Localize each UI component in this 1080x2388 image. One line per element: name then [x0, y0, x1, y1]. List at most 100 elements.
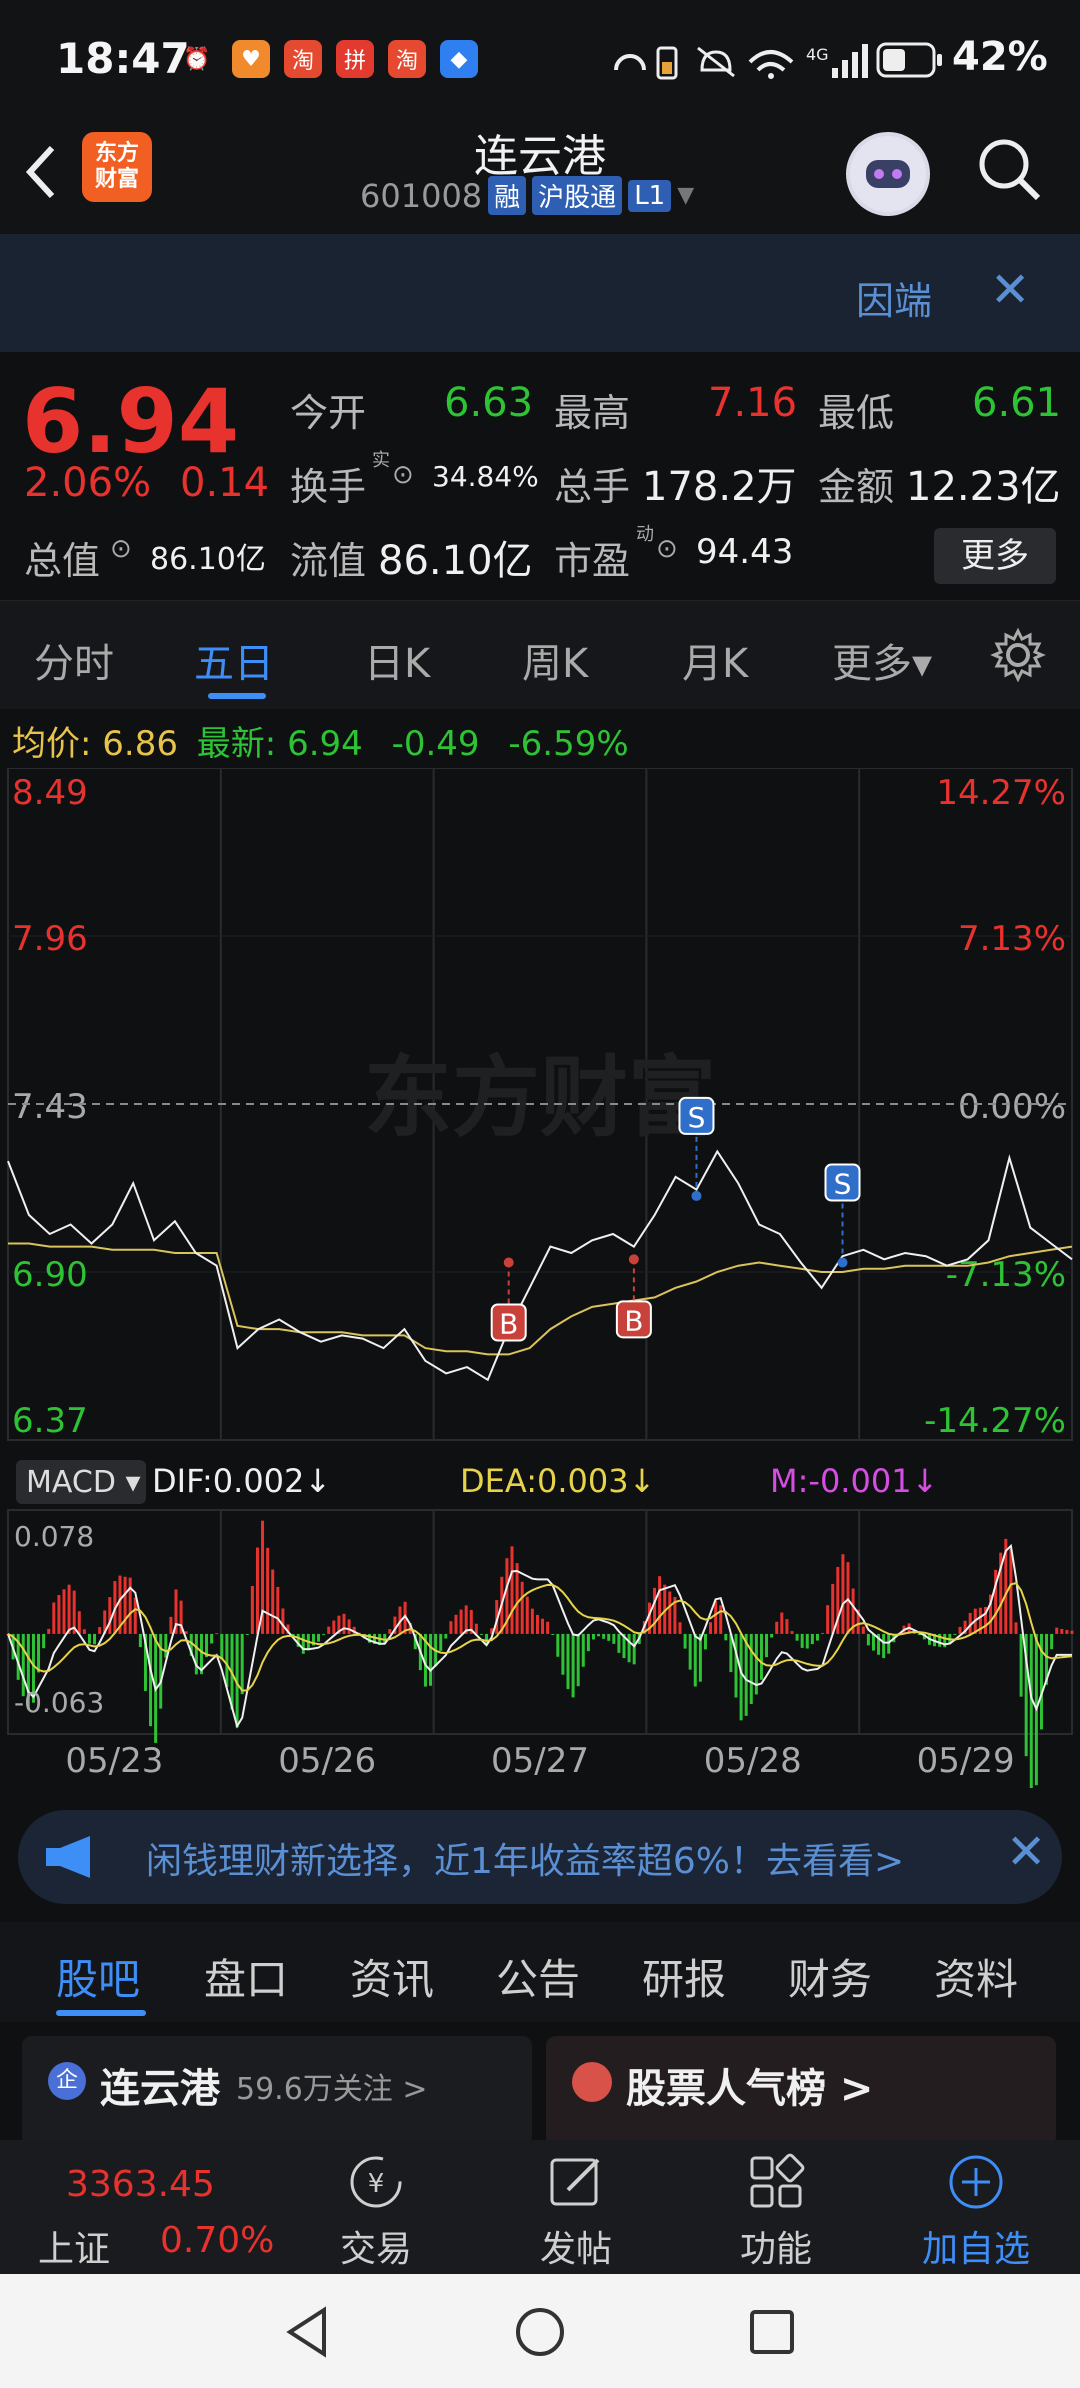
back-nav-icon[interactable]	[280, 2304, 336, 2360]
macd-bar	[301, 1633, 305, 1654]
function-button[interactable]: 功能	[676, 2140, 876, 2274]
macd-bar	[607, 1633, 611, 1641]
macd-bar	[123, 1576, 127, 1634]
close-icon[interactable]: ✕	[990, 262, 1030, 318]
tab-daily-k[interactable]: 日K	[364, 631, 430, 689]
macd-bar	[1065, 1629, 1069, 1634]
battery-percent: 42%	[952, 34, 1048, 80]
tab-guba[interactable]: 股吧	[56, 1946, 140, 2007]
settings-button[interactable]	[990, 627, 1046, 687]
macd-bar	[724, 1633, 728, 1641]
system-icons: 4G	[614, 44, 868, 80]
macd-bar	[698, 1633, 702, 1682]
macd-bar	[520, 1581, 524, 1634]
mktcap-label: 总值	[24, 539, 101, 583]
tab-weekly-k[interactable]: 周K	[522, 631, 588, 689]
search-button[interactable]	[974, 134, 1044, 204]
chart-info-line: 均价: 6.86 最新: 6.94 -0.49 -6.59%	[12, 716, 629, 765]
latest-change-pct: -6.59%	[508, 724, 629, 764]
stock-subinfo[interactable]: 601008 融 沪股通 L1 ▼	[360, 176, 694, 215]
turnover-value: 34.84%	[432, 460, 539, 493]
ranking-icon	[572, 2062, 612, 2102]
five-day-chart[interactable]: 东方财富 8.49 7.96 7.43 6.90 6.37 14.27% 7.13% 0.0…	[0, 768, 1080, 1788]
trade-button[interactable]: ¥ 交易	[276, 2140, 476, 2274]
more-button[interactable]: 更多	[934, 528, 1056, 584]
tab-monthly-k[interactable]: 月K	[682, 631, 748, 689]
latest-change: -0.49	[391, 724, 480, 764]
tab-more[interactable]: 更多▾	[832, 631, 932, 689]
macd-bar	[62, 1589, 66, 1634]
app-logo[interactable]: 东方 财富	[82, 132, 152, 202]
macd-bar	[597, 1633, 601, 1637]
macd-bar	[826, 1605, 830, 1634]
tab-news[interactable]: 资讯	[350, 1946, 434, 2007]
pe-label: 市盈	[554, 539, 631, 583]
macd-bar	[795, 1633, 799, 1641]
macd-bar	[591, 1633, 595, 1640]
macd-bar	[566, 1633, 570, 1690]
assistant-robot-icon[interactable]	[846, 132, 930, 216]
macd-border	[7, 1509, 1073, 1735]
recents-nav-icon[interactable]	[744, 2304, 800, 2360]
info-icon[interactable]: ⊙	[392, 460, 414, 490]
tab-finance[interactable]: 财务	[788, 1946, 872, 2007]
macd-bar	[342, 1613, 346, 1634]
macd-bar	[805, 1633, 809, 1649]
add-watchlist-button[interactable]: 加自选	[876, 2140, 1076, 2274]
back-button[interactable]	[20, 134, 60, 221]
macd-selector[interactable]: MACD ▾	[26, 1465, 141, 1500]
macd-bar	[317, 1633, 321, 1642]
info-icon[interactable]: ⊙	[110, 534, 132, 564]
tab-profile[interactable]: 资料	[934, 1946, 1018, 2007]
x-tick: 05/27	[491, 1741, 589, 1781]
svg-text:¥: ¥	[368, 2169, 385, 2199]
add-watchlist-label: 加自选	[921, 2229, 1030, 2270]
macd-bar	[703, 1633, 707, 1650]
post-button[interactable]: 发帖	[476, 2140, 676, 2274]
tab-five-day[interactable]: 五日	[194, 631, 274, 689]
plus-circle-icon	[949, 2155, 1003, 2209]
macd-bar	[785, 1619, 789, 1634]
tab-intraday[interactable]: 分时	[34, 631, 114, 689]
macd-bar	[530, 1608, 534, 1634]
float-label: 流值	[290, 539, 367, 583]
turnover-sup: 实	[372, 450, 390, 471]
app-notification-icon: ♥	[232, 40, 270, 78]
x-tick: 05/29	[917, 1741, 1015, 1781]
chevron-left-icon	[25, 145, 55, 199]
trade-marker-label: S	[834, 1167, 852, 1200]
macd-bar	[683, 1633, 687, 1649]
tab-pankou[interactable]: 盘口	[204, 1946, 288, 2007]
info-icon[interactable]: ⊙	[656, 534, 678, 564]
macd-bar	[714, 1600, 718, 1634]
macd-bar	[1050, 1633, 1054, 1650]
home-nav-icon[interactable]	[512, 2304, 568, 2360]
close-icon[interactable]: ✕	[1006, 1824, 1046, 1880]
macd-bar	[658, 1576, 662, 1634]
macd-grid	[7, 1509, 1073, 1735]
macd-bar	[887, 1633, 891, 1654]
macd-dea: DEA:0.003↓	[460, 1462, 655, 1500]
search-icon	[979, 139, 1041, 201]
macd-bar	[82, 1629, 86, 1634]
turnover-label: 换手	[290, 465, 367, 509]
popularity-card[interactable]: 股票人气榜 >	[546, 2036, 1056, 2146]
macd-bar	[255, 1547, 259, 1634]
float-value: 86.10亿	[378, 538, 533, 584]
system-nav-bar	[0, 2274, 1080, 2388]
macd-bar	[576, 1633, 580, 1687]
macd-bar	[612, 1633, 616, 1644]
macd-bar	[841, 1554, 845, 1634]
macd-bar	[245, 1633, 249, 1635]
macd-bar	[1009, 1549, 1013, 1634]
tab-announcement[interactable]: 公告	[496, 1946, 580, 2007]
promo-strip[interactable]: 闲钱理财新选择，近1年收益率超6%！去看看> ✕	[18, 1810, 1062, 1904]
macd-bar	[347, 1619, 351, 1634]
tab-research[interactable]: 研报	[642, 1946, 726, 2007]
status-time: 18:47	[56, 34, 190, 83]
news-banner[interactable]: 因端 ✕	[0, 234, 1080, 352]
y-tick-left: 6.90	[12, 1255, 88, 1295]
macd-bar	[322, 1633, 326, 1635]
index-ticker[interactable]: 3363.45 上证 0.70%	[0, 2140, 274, 2274]
guba-card[interactable]: 企 连云港 59.6万关注 >	[22, 2036, 532, 2146]
